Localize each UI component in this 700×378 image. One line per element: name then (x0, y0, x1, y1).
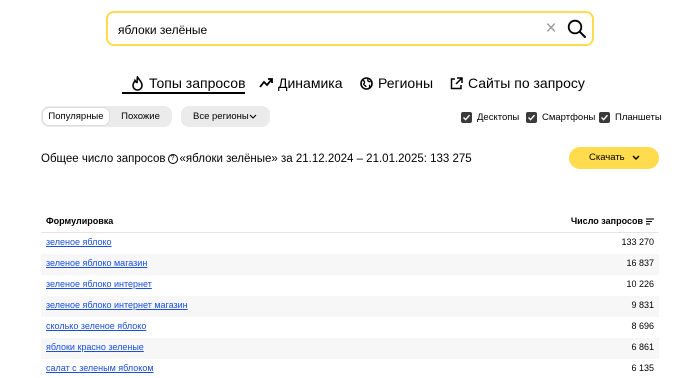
summary-text: «яблоки зелёные» за 21.12.2024 – 21.01.2… (179, 153, 472, 165)
tab-top-queries[interactable]: Топы запросов (131, 72, 246, 94)
globe-icon (360, 76, 373, 90)
search-icon[interactable] (566, 18, 588, 40)
query-count: 8 696 (631, 321, 654, 331)
regions-dropdown[interactable]: Все регионы (181, 106, 270, 127)
column-header-count[interactable]: Число запросов (571, 216, 654, 226)
table-row: яблоки красно зеленые 6 861 (41, 338, 659, 359)
query-count: 16 837 (626, 258, 654, 268)
column-header-count-label: Число запросов (570, 216, 643, 226)
help-icon[interactable]: ? (167, 154, 178, 164)
table-header: Формулировка Число запросов (41, 212, 659, 233)
checkbox-label: Десктопы (477, 111, 520, 123)
tab-label: Динамика (278, 75, 343, 91)
trend-icon (259, 78, 273, 88)
checkbox-label: Планшеты (615, 111, 662, 123)
phrase-link[interactable]: зеленое яблоко интернет магазин (46, 300, 188, 310)
chevron-down-icon (249, 114, 257, 119)
phrase-link[interactable]: зеленое яблоко магазин (46, 258, 147, 268)
total-queries-summary: Общее число запросов ? «яблоки зелёные» … (41, 151, 472, 167)
flame-icon (132, 75, 143, 91)
phrase-link[interactable]: зеленое яблоко (46, 237, 112, 247)
checkbox-label: Смартфоны (542, 111, 596, 123)
tablet-checkbox[interactable]: Планшеты (599, 110, 662, 124)
active-tab-indicator (122, 92, 245, 94)
query-count: 133 270 (621, 237, 654, 247)
popular-toggle[interactable]: Популярные (43, 108, 109, 125)
table-body: зеленое яблоко 133 270 зеленое яблоко маг… (41, 233, 659, 378)
tab-sites[interactable]: Сайты по запросу (450, 72, 585, 94)
tab-dynamics[interactable]: Динамика (259, 72, 342, 94)
external-link-icon (450, 76, 463, 89)
table-row: сколько зеленое яблоко 8 696 (41, 317, 659, 338)
table-row: зеленое яблоко магазин 16 837 (41, 254, 659, 275)
phrase-link[interactable]: сколько зеленое яблоко (46, 321, 146, 331)
search-bar: × (106, 11, 594, 46)
similar-toggle[interactable]: Похожие (111, 108, 170, 125)
tab-regions[interactable]: Регионы (360, 72, 433, 94)
query-type-switch: Популярные Похожие (41, 106, 172, 127)
phrase-link[interactable]: салат с зеленым яблоком (46, 363, 154, 373)
table-row: зеленое яблоко интернет магазин 9 831 (41, 296, 659, 317)
tab-label: Регионы (378, 75, 434, 91)
table-row: салат с зеленым яблоком 6 135 (41, 359, 659, 378)
phrase-link[interactable]: яблоки красно зеленые (46, 342, 144, 352)
regions-label: Все регионы (193, 111, 249, 122)
sort-icon (646, 217, 654, 225)
download-button[interactable]: Скачать (569, 147, 659, 169)
table-row: зеленое яблоко 133 270 (41, 233, 659, 254)
query-count: 6 861 (631, 342, 654, 352)
phrase-link[interactable]: зеленое яблоко интернет (46, 279, 152, 289)
checkbox-checked[interactable] (599, 111, 610, 123)
tab-bar: Топы запросов Динамика Регионы Сайты по … (0, 72, 700, 94)
query-count: 6 135 (631, 363, 654, 373)
table-row: зеленое яблоко интернет 10 226 (41, 275, 659, 296)
desktop-checkbox[interactable]: Десктопы (461, 110, 519, 124)
chevron-down-icon (632, 155, 640, 160)
tab-label: Сайты по запросу (468, 75, 585, 91)
summary-prefix: Общее число запросов (41, 153, 166, 165)
column-header-phrase: Формулировка (46, 216, 114, 226)
download-label: Скачать (589, 152, 625, 163)
checkbox-checked[interactable] (461, 111, 472, 123)
query-count: 9 831 (631, 300, 654, 310)
tab-label: Топы запросов (149, 75, 246, 91)
clear-icon[interactable]: × (541, 19, 561, 39)
smartphone-checkbox[interactable]: Смартфоны (526, 110, 595, 124)
checkbox-checked[interactable] (526, 111, 537, 123)
search-input[interactable] (118, 21, 518, 39)
query-count: 10 226 (626, 279, 654, 289)
